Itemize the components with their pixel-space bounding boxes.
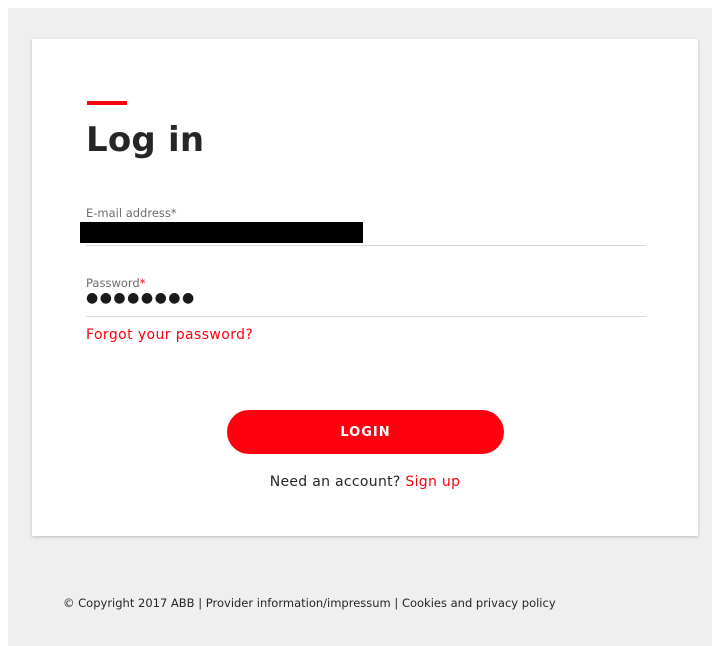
password-underline bbox=[86, 316, 646, 317]
footer: © Copyright 2017 ABB | Provider informat… bbox=[63, 596, 556, 610]
footer-separator: | bbox=[394, 596, 399, 610]
footer-copyright: © Copyright 2017 ABB bbox=[63, 596, 195, 610]
email-label: E-mail address* bbox=[86, 206, 177, 220]
signup-row: Need an account? Sign up bbox=[0, 474, 712, 490]
footer-separator: | bbox=[198, 596, 203, 610]
provider-info-link[interactable]: Provider information/impressum bbox=[206, 596, 391, 610]
password-label: Password* bbox=[86, 276, 145, 290]
email-field[interactable] bbox=[80, 222, 363, 243]
signup-prompt: Need an account? bbox=[269, 474, 401, 490]
page-title: Log in bbox=[86, 120, 205, 160]
email-label-text: E-mail address bbox=[86, 206, 171, 220]
password-required-marker: * bbox=[139, 276, 146, 290]
password-label-text: Password bbox=[86, 276, 140, 290]
forgot-password-link[interactable]: Forgot your password? bbox=[86, 327, 253, 343]
cookies-policy-link[interactable]: Cookies and privacy policy bbox=[402, 596, 556, 610]
email-required-marker: * bbox=[170, 206, 177, 220]
login-button[interactable]: LOGIN bbox=[227, 410, 504, 454]
signup-link[interactable]: Sign up bbox=[405, 474, 460, 490]
accent-bar bbox=[87, 101, 127, 105]
password-field[interactable]: ●●●●●●●● bbox=[86, 290, 196, 306]
email-underline bbox=[86, 245, 646, 246]
